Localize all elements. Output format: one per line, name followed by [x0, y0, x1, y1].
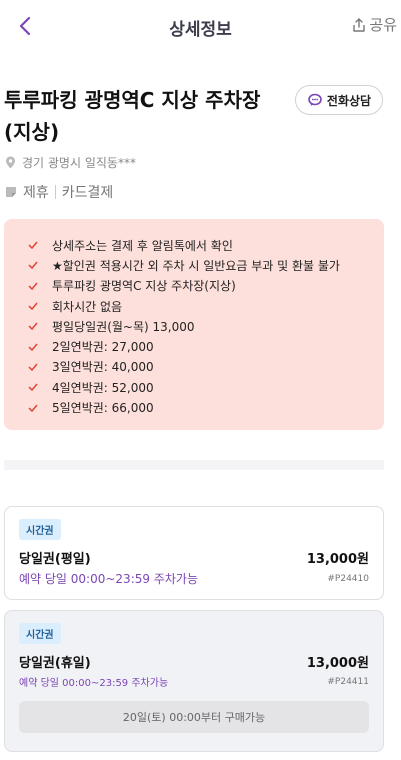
ticket-time: 예약 당일 00:00~23:59 주차가능	[19, 572, 198, 586]
title-line-1: 투루파킹 광명역C 지상 주차장	[4, 88, 261, 112]
notice-text: 4일연박권: 52,000	[52, 380, 154, 395]
notice-box: 상세주소는 결제 후 알림톡에서 확인 ★할인권 적용시간 외 주차 시 일반요…	[4, 219, 384, 430]
tag-partner: 제휴	[23, 185, 49, 201]
ticket-type-badge: 시간권	[19, 623, 61, 644]
ticket-price: 13,000원	[306, 552, 369, 567]
notice-item: ★할인권 적용시간 외 주차 시 일반요금 부과 및 환불 불가	[28, 255, 384, 275]
notice-text: 5일연박권: 66,000	[52, 401, 154, 416]
notice-item: 5일연박권: 66,000	[28, 397, 384, 417]
phone-consult-button[interactable]: 전화상담	[295, 85, 383, 115]
parking-lot-title: 투루파킹 광명역C 지상 주차장 (지상)	[4, 84, 274, 148]
notice-text: 평일당일권(월~목) 13,000	[52, 319, 195, 334]
ticket-code: #P24410	[327, 573, 369, 584]
check-icon	[28, 241, 38, 250]
location-pin-icon	[6, 156, 15, 169]
notice-item: 4일연박권: 52,000	[28, 377, 384, 397]
ticket-code: #P24411	[327, 676, 369, 687]
ticket-price: 13,000원	[306, 656, 369, 671]
check-icon	[28, 282, 38, 290]
notice-text: 상세주소는 결제 후 알림톡에서 확인	[52, 238, 233, 253]
check-icon	[28, 302, 38, 311]
notice-text: 투루파킹 광명역C 지상 주차장(지상)	[52, 279, 236, 294]
check-icon	[28, 261, 38, 270]
share-label: 공유	[369, 16, 397, 34]
section-divider	[4, 460, 384, 470]
address-text: 경기 광명시 일직동***	[22, 156, 136, 170]
share-icon	[353, 17, 366, 32]
check-icon	[28, 343, 38, 351]
tag-row: 제휴 카드결제	[5, 182, 113, 202]
phone-consult-label: 전화상담	[326, 93, 372, 108]
check-icon	[28, 383, 38, 392]
ticket-card-weekday[interactable]: 시간권 당일권(평일) 13,000원 예약 당일 00:00~23:59 주차…	[4, 506, 384, 600]
notice-text: 회차시간 없음	[52, 299, 123, 314]
chat-icon	[308, 93, 322, 106]
notice-text: 2일연박권: 27,000	[52, 340, 154, 355]
notice-item: 3일연박권: 40,000	[28, 357, 384, 377]
notice-text: ★할인권 적용시간 외 주차 시 일반요금 부과 및 환불 불가	[52, 258, 340, 273]
notice-item: 회차시간 없음	[28, 296, 384, 316]
ticket-type-badge: 시간권	[19, 519, 61, 540]
notice-text: 3일연박권: 40,000	[52, 360, 154, 375]
ticket-time: 예약 당일 00:00~23:59 주차가능	[19, 678, 169, 689]
purchase-available-button[interactable]: 20일(토) 00:00부터 구매가능	[19, 701, 369, 733]
ticket-name: 당일권(휴일)	[19, 656, 91, 671]
ticket-name: 당일권(평일)	[19, 552, 91, 567]
notice-item: 상세주소는 결제 후 알림톡에서 확인	[28, 235, 384, 255]
notice-item: 2일연박권: 27,000	[28, 336, 384, 356]
notice-item: 평일당일권(월~목) 13,000	[28, 316, 384, 336]
page-title: 상세정보	[169, 20, 232, 40]
title-line-2: (지상)	[4, 120, 60, 144]
tag-divider	[54, 185, 56, 199]
notice-item: 투루파킹 광명역C 지상 주차장(지상)	[28, 276, 384, 296]
check-icon	[28, 404, 38, 412]
tag-icon	[6, 187, 16, 197]
check-icon	[28, 363, 38, 371]
top-bar: 상세정보 공유	[0, 0, 401, 52]
ticket-card-holiday[interactable]: 시간권 당일권(휴일) 13,000원 예약 당일 00:00~23:59 주차…	[4, 610, 384, 752]
tag-card-payment: 카드결제	[61, 185, 114, 201]
address-row: 경기 광명시 일직동***	[5, 154, 136, 171]
check-icon	[28, 322, 38, 331]
share-button[interactable]: 공유	[351, 14, 397, 35]
